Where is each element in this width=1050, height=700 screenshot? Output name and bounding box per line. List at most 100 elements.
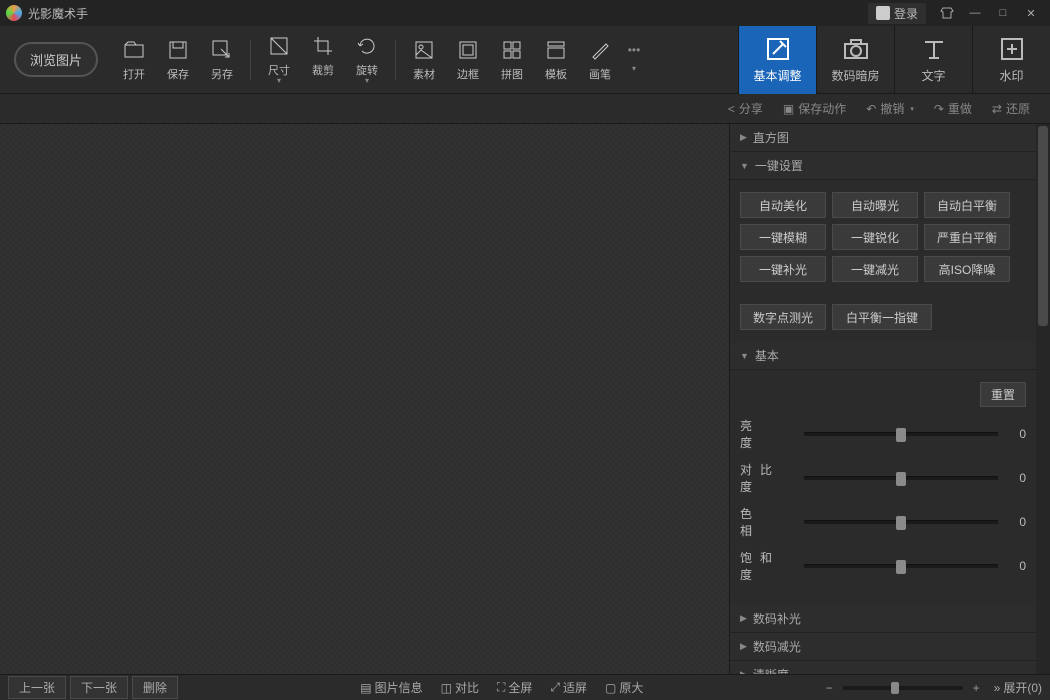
tool-more[interactable]: •••▾ [622,34,646,86]
hue-track[interactable] [804,520,998,524]
share-button[interactable]: <分享 [728,100,763,117]
save-action-button[interactable]: ▣保存动作 [783,100,846,117]
section-sharpness[interactable]: ▶清晰度 [730,661,1036,674]
prev-button[interactable]: 上一张 [8,676,66,699]
chevron-double-icon: » [994,681,1001,695]
slider-brightness: 亮 度 0 [740,417,1026,451]
btn-one-reduce[interactable]: 一键减光 [832,256,918,282]
btn-one-fill[interactable]: 一键补光 [740,256,826,282]
zoom-out-button[interactable]: − [822,681,837,695]
tool-border[interactable]: 边框 [446,34,490,86]
main-area: ▶直方图 ▼一键设置 自动美化 自动曝光 自动白平衡 一键模糊 一键锐化 严重白… [0,124,1050,674]
slider-saturation: 饱和度 0 [740,549,1026,583]
btn-auto-exposure[interactable]: 自动曝光 [832,192,918,218]
chevron-down-icon: ▼ [740,161,749,171]
original-button[interactable]: ▢原大 [605,679,643,696]
browse-button[interactable]: 浏览图片 [14,42,98,77]
login-label: 登录 [894,5,918,22]
side-panel: ▶直方图 ▼一键设置 自动美化 自动曝光 自动白平衡 一键模糊 一键锐化 严重白… [730,124,1050,674]
original-icon: ▢ [605,681,616,695]
tab-basic-adjust[interactable]: 基本调整 [738,26,816,94]
login-button[interactable]: 登录 [868,3,926,24]
chevron-right-icon: ▶ [740,641,747,652]
btn-wb-onekey[interactable]: 白平衡一指键 [832,304,932,330]
compare-icon: ◫ [441,681,452,695]
basic-body: 重置 亮 度 0 对比度 0 色 相 0 [730,370,1036,605]
tool-saveas[interactable]: 另存 [200,34,244,86]
chevron-down-icon: ▼ [740,351,749,361]
redo-icon: ↷ [934,102,944,116]
section-fill-light[interactable]: ▶数码补光 [730,605,1036,633]
img-info-button[interactable]: ▤图片信息 [360,679,422,696]
tool-rotate[interactable]: 旋转▾ [345,30,389,89]
revert-icon: ⇄ [992,102,1002,116]
section-basic[interactable]: ▼基本 [730,342,1036,370]
text-icon [920,35,948,63]
undo-button[interactable]: ↶撤销▾ [866,100,914,117]
hue-handle[interactable] [896,516,906,530]
fullscreen-button[interactable]: ⛶全屏 [497,679,532,696]
maximize-button[interactable]: □ [990,4,1016,22]
tab-watermark[interactable]: 水印 [972,26,1050,94]
tool-size[interactable]: 尺寸▾ [257,30,301,89]
compare-button[interactable]: ◫对比 [441,679,479,696]
slider-contrast: 对比度 0 [740,461,1026,495]
tool-open[interactable]: 打开 [112,34,156,86]
zoom-in-button[interactable]: + [969,681,984,695]
fit-icon: ⤢ [550,680,560,695]
minimize-button[interactable]: — [962,4,988,22]
actionbar: <分享 ▣保存动作 ↶撤销▾ ↷重做 ⇄还原 [0,94,1050,124]
camera-icon [842,35,870,63]
brightness-track[interactable] [804,432,998,436]
tool-save[interactable]: 保存 [156,34,200,86]
scrollbar-thumb[interactable] [1038,126,1048,326]
tool-collage[interactable]: 拼图 [490,34,534,86]
saturation-track[interactable] [804,564,998,568]
tool-material[interactable]: 素材 [402,34,446,86]
contrast-track[interactable] [804,476,998,480]
fit-button[interactable]: ⤢适屏 [550,679,587,696]
btn-heavy-wb[interactable]: 严重白平衡 [924,224,1010,250]
tab-darkroom[interactable]: 数码暗房 [816,26,894,94]
btn-one-sharpen[interactable]: 一键锐化 [832,224,918,250]
tool-crop[interactable]: 裁剪 [301,30,345,89]
btn-spot-meter[interactable]: 数字点测光 [740,304,826,330]
close-button[interactable]: ✕ [1018,4,1044,22]
section-histogram[interactable]: ▶直方图 [730,124,1036,152]
fullscreen-icon: ⛶ [497,680,505,695]
tool-brush[interactable]: 画笔 [578,34,622,86]
tool-template[interactable]: 模板 [534,34,578,86]
info-icon: ▤ [360,681,371,695]
statusbar: 上一张 下一张 删除 ▤图片信息 ◫对比 ⛶全屏 ⤢适屏 ▢原大 − + »展开… [0,674,1050,700]
undo-icon: ↶ [866,102,876,116]
toolbar: 浏览图片 打开 保存 另存 尺寸▾ 裁剪 旋转▾ 素材 边框 拼图 模板 画笔 … [0,26,1050,94]
btn-one-blur[interactable]: 一键模糊 [740,224,826,250]
watermark-icon [998,35,1026,63]
side-scrollbar[interactable] [1036,124,1050,674]
section-reduce-light[interactable]: ▶数码减光 [730,633,1036,661]
section-oneclick[interactable]: ▼一键设置 [730,152,1036,180]
share-icon: < [728,102,735,116]
expand-button[interactable]: »展开(0) [994,679,1042,696]
btn-high-iso[interactable]: 高ISO降噪 [924,256,1010,282]
slider-hue: 色 相 0 [740,505,1026,539]
contrast-handle[interactable] [896,472,906,486]
canvas[interactable] [0,124,730,674]
chevron-right-icon: ▶ [740,613,747,624]
revert-button[interactable]: ⇄还原 [992,100,1030,117]
zoom-handle[interactable] [891,682,899,694]
skin-button[interactable] [934,4,960,22]
zoom-slider[interactable] [843,686,963,690]
delete-button[interactable]: 删除 [132,676,178,699]
oneclick-body: 自动美化 自动曝光 自动白平衡 一键模糊 一键锐化 严重白平衡 一键补光 一键减… [730,180,1036,342]
brightness-handle[interactable] [896,428,906,442]
btn-auto-wb[interactable]: 自动白平衡 [924,192,1010,218]
btn-auto-beauty[interactable]: 自动美化 [740,192,826,218]
reset-button[interactable]: 重置 [980,382,1026,407]
redo-button[interactable]: ↷重做 [934,100,972,117]
tab-text[interactable]: 文字 [894,26,972,94]
next-button[interactable]: 下一张 [70,676,128,699]
adjust-icon [764,35,792,63]
face-icon [876,6,890,20]
saturation-handle[interactable] [896,560,906,574]
